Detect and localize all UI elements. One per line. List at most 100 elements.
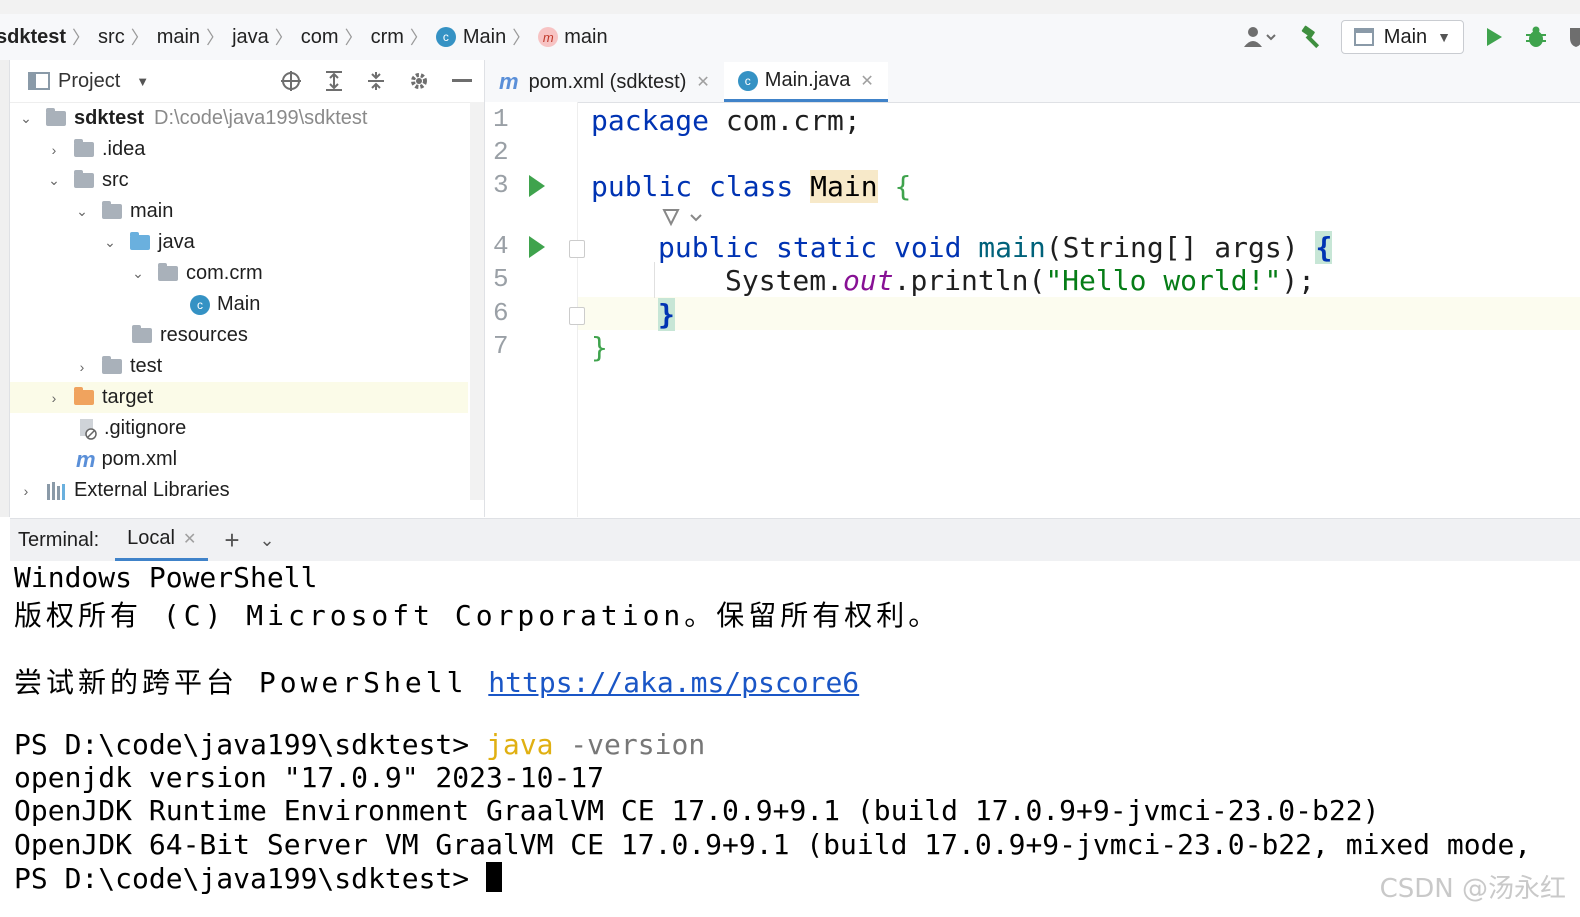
expand-all-icon[interactable] [324, 70, 344, 92]
tree-item-label: sdktest [74, 107, 145, 129]
chevron-down-icon[interactable]: ▼ [136, 74, 149, 89]
chevron-down-icon[interactable]: ⌄ [18, 110, 34, 127]
chevron-right-icon[interactable]: › [46, 390, 62, 406]
chevron-right-icon[interactable]: › [46, 142, 62, 158]
locate-icon[interactable] [280, 70, 302, 92]
tab-label: Main.java [764, 69, 851, 91]
title-bar [0, 0, 1580, 15]
project-panel-tools [280, 70, 472, 92]
chevron-down-icon[interactable]: ⌄ [102, 234, 118, 251]
run-gutter-icon[interactable] [529, 175, 545, 197]
fold-icon[interactable] [569, 307, 585, 325]
tree-item-java[interactable]: ⌄ java [10, 227, 468, 258]
breadcrumb-main[interactable]: main [157, 26, 200, 49]
tree-item-gitignore[interactable]: .gitignore [10, 413, 468, 444]
terminal-line: 尝试新的跨平台 PowerShell https://aka.ms/pscore… [14, 661, 859, 701]
resources-folder-icon [132, 325, 152, 343]
chevron-down-icon: ▼ [1437, 29, 1451, 45]
minimize-icon[interactable] [452, 79, 472, 83]
tree-item-src[interactable]: ⌄ src [10, 165, 468, 196]
tree-item-idea[interactable]: › .idea [10, 134, 468, 165]
code-area[interactable]: package com.crm; public class Main { pub… [591, 102, 1571, 517]
breadcrumb-java[interactable]: java [232, 26, 269, 49]
field-name: out [843, 264, 894, 297]
project-panel: Project ▼ ⌄ sdktest D:\code\java199\sdkt… [10, 60, 485, 517]
tree-item-test[interactable]: › test [10, 351, 468, 382]
brace: } [591, 331, 608, 364]
tree-item-label: test [130, 355, 163, 377]
chevron-down-icon[interactable]: ⌄ [260, 530, 275, 551]
tree-item-main[interactable]: ⌄ main [10, 196, 468, 227]
tree-item-main-class[interactable]: c Main [10, 289, 468, 320]
chevron-down-icon[interactable]: ⌄ [130, 265, 146, 282]
tree-item-resources[interactable]: resources [10, 320, 468, 351]
class-icon: c [737, 70, 758, 91]
chevron-down-icon[interactable]: ⌄ [46, 172, 62, 189]
chevron-right-icon[interactable]: › [18, 483, 34, 499]
tab-pom-xml[interactable]: m pom.xml (sdktest) ✕ [485, 62, 724, 102]
chevron-right-icon[interactable]: › [74, 359, 90, 375]
terminal-output[interactable]: Windows PowerShell 版权所有 (C) Microsoft Co… [0, 561, 1580, 917]
breadcrumb-label: sdktest [0, 25, 67, 48]
project-scrollbar[interactable] [470, 102, 484, 500]
brace: } [658, 298, 675, 331]
chevron-right-icon: 〉 [344, 28, 363, 48]
close-icon[interactable]: ✕ [696, 72, 709, 92]
navigation-bar: sdktest 〉 src 〉 main 〉 java 〉 com 〉 crm 〉 c Mai… [0, 14, 1580, 61]
breadcrumb-main-class[interactable]: c Main [435, 26, 506, 49]
terminal-prompt: PS D:\code\java199\sdktest> [14, 728, 487, 761]
keyword: public static void [658, 231, 979, 264]
tree-item-external-libraries[interactable]: › External Libraries [10, 475, 468, 506]
breadcrumb-label: main [564, 25, 608, 48]
terminal-line: Windows PowerShell [14, 561, 318, 594]
folder-icon [74, 139, 94, 157]
terminal-cursor [486, 862, 503, 892]
debug-icon[interactable] [1524, 22, 1548, 52]
line-number: 2 [493, 137, 509, 167]
breadcrumb-sdktest[interactable]: sdktest [0, 26, 66, 49]
maven-icon: m [499, 69, 519, 94]
coverage-icon[interactable] [1568, 22, 1580, 52]
libraries-icon [47, 481, 65, 500]
project-panel-title[interactable]: Project [58, 70, 120, 93]
tree-item-sdktest[interactable]: ⌄ sdktest D:\code\java199\sdktest [10, 103, 468, 134]
user-icon[interactable] [1243, 22, 1277, 52]
code-line: public static void main(String[] args) { [658, 231, 1333, 264]
terminal-line: OpenJDK 64-Bit Server VM GraalVM CE 17.0… [14, 828, 1532, 861]
close-icon[interactable]: ✕ [183, 529, 196, 549]
chevron-right-icon: 〉 [206, 28, 225, 48]
line-number: 6 [493, 298, 509, 328]
build-hammer-icon[interactable] [1299, 22, 1325, 52]
terminal-link[interactable]: https://aka.ms/pscore6 [488, 666, 859, 699]
tree-item-com-crm[interactable]: ⌄ com.crm [10, 258, 468, 289]
terminal-command: java [486, 728, 554, 761]
tree-item-target[interactable]: › target [10, 382, 468, 413]
tree-item-label: target [102, 386, 154, 408]
breadcrumb-crm[interactable]: crm [371, 26, 404, 49]
chevron-down-icon[interactable]: ⌄ [74, 203, 90, 220]
fold-icon[interactable] [569, 240, 585, 258]
add-icon[interactable]: + [224, 525, 239, 556]
breadcrumb-main-method[interactable]: m main [538, 25, 608, 49]
string-literal: "Hello world!" [1045, 264, 1282, 297]
run-configuration-select[interactable]: Main ▼ [1340, 20, 1464, 54]
tab-terminal-local[interactable]: Local ✕ [115, 519, 209, 561]
collapse-all-icon[interactable] [366, 70, 386, 92]
breadcrumb-src[interactable]: src [98, 26, 125, 49]
run-icon[interactable] [1484, 22, 1504, 52]
tree-item-pom-xml[interactable]: m pom.xml [10, 444, 468, 475]
keyword: package [591, 104, 710, 137]
gear-icon[interactable] [408, 70, 430, 92]
close-icon[interactable]: ✕ [860, 71, 873, 91]
folder-icon [102, 201, 122, 219]
run-gutter-icon[interactable] [529, 236, 545, 258]
excluded-folder-icon [74, 387, 94, 405]
source-folder-icon [130, 232, 150, 250]
code-text: com.crm; [709, 104, 861, 137]
tree-item-label: External Libraries [74, 479, 230, 501]
folder-icon [74, 170, 94, 188]
breadcrumb-com[interactable]: com [301, 26, 339, 49]
tab-main-java[interactable]: c Main.java ✕ [723, 62, 888, 102]
code-line: } [591, 331, 608, 364]
tree-item-label: .idea [102, 138, 146, 160]
